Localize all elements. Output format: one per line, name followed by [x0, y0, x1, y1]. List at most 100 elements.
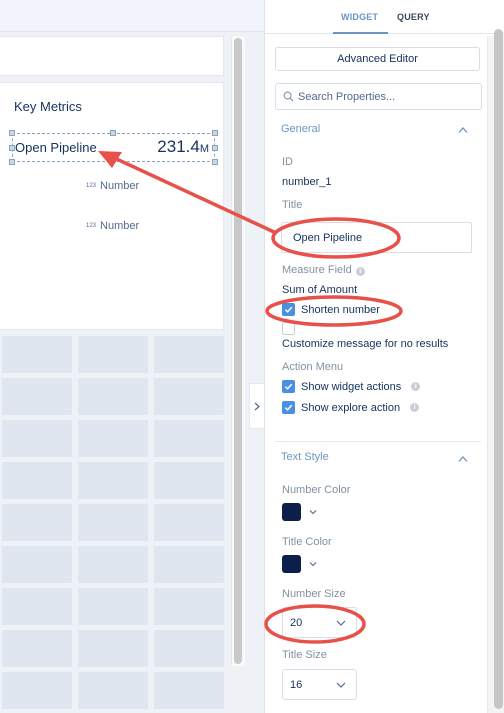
- title-size-label: Title Size: [282, 649, 327, 661]
- checkbox-unchecked-icon[interactable]: [282, 322, 295, 335]
- canvas-scrollbar-thumb[interactable]: [234, 38, 242, 664]
- properties-panel: WIDGET QUERY Advanced Editor General ID …: [264, 0, 504, 713]
- grid-cell: [2, 378, 72, 415]
- chevron-down-icon[interactable]: [309, 509, 317, 515]
- grid-cell: [154, 336, 224, 373]
- dashboard-canvas: Key Metrics Open Pipeline 231.4M 123 Num…: [0, 0, 264, 713]
- id-label: ID: [282, 156, 293, 168]
- search-properties-field[interactable]: [275, 83, 482, 110]
- grid-cell: [78, 630, 148, 667]
- measure-field-label-text: Measure Field: [282, 264, 352, 276]
- grid-cell: [78, 378, 148, 415]
- panel-tabs: WIDGET QUERY: [265, 0, 504, 34]
- checkbox-checked-icon[interactable]: [282, 380, 295, 393]
- canvas-toolbar: [0, 0, 264, 32]
- grid-cell: [78, 546, 148, 583]
- number-color-picker[interactable]: [282, 503, 317, 521]
- number-placeholder-1[interactable]: 123 Number: [86, 180, 139, 192]
- section-text-style-heading[interactable]: Text Style: [281, 451, 329, 463]
- widget-value: 231.4M: [157, 137, 209, 157]
- grid-cell: [2, 336, 72, 373]
- grid-cell: [2, 504, 72, 541]
- title-size-select[interactable]: 16: [282, 669, 357, 700]
- layout-grid: [0, 336, 224, 709]
- chevron-up-icon[interactable]: [458, 126, 468, 134]
- title-color-swatch[interactable]: [282, 555, 301, 573]
- grid-cell: [154, 672, 224, 709]
- chevron-down-icon: [336, 620, 346, 626]
- title-color-label: Title Color: [282, 536, 332, 548]
- grid-cell: [2, 588, 72, 625]
- show-widget-actions-label: Show widget actions: [301, 380, 402, 393]
- tab-widget[interactable]: WIDGET: [341, 12, 378, 22]
- resize-handle-tr[interactable]: [212, 130, 218, 136]
- grid-cell: [78, 504, 148, 541]
- grid-cell: [154, 546, 224, 583]
- chevron-down-icon[interactable]: [309, 561, 317, 567]
- resize-handle-mr[interactable]: [212, 145, 218, 151]
- show-explore-action-label: Show explore action: [301, 401, 401, 414]
- info-icon[interactable]: i: [410, 403, 420, 412]
- grid-cell: [2, 630, 72, 667]
- active-tab-indicator: [333, 32, 388, 34]
- title-label: Title: [282, 199, 303, 211]
- panel-scrollbar-thumb[interactable]: [494, 29, 503, 709]
- tab-query[interactable]: QUERY: [397, 12, 430, 22]
- measure-field-label: Measure Field i: [282, 264, 365, 276]
- grid-cell: [154, 630, 224, 667]
- title-size-value: 16: [290, 678, 303, 691]
- number-color-swatch[interactable]: [282, 503, 301, 521]
- number-type-icon: 123: [86, 183, 97, 189]
- chevron-right-icon: [254, 402, 260, 410]
- checkbox-checked-icon[interactable]: [282, 401, 295, 414]
- resize-handle-tl[interactable]: [9, 130, 15, 136]
- info-icon[interactable]: i: [355, 267, 365, 276]
- number-type-icon: 123: [86, 223, 97, 229]
- show-explore-action-checkbox[interactable]: Show explore action i: [282, 401, 420, 414]
- checkbox-checked-icon[interactable]: [282, 303, 295, 316]
- chevron-up-icon[interactable]: [458, 455, 468, 463]
- resize-handle-br[interactable]: [212, 159, 218, 165]
- search-icon: [283, 91, 294, 102]
- number-size-select[interactable]: 20: [282, 607, 357, 638]
- title-color-picker[interactable]: [282, 555, 317, 573]
- grid-cell: [2, 672, 72, 709]
- grid-cell: [2, 420, 72, 457]
- measure-field-value: Sum of Amount: [282, 284, 358, 296]
- grid-cell: [154, 462, 224, 499]
- canvas-header-widget[interactable]: [0, 36, 224, 76]
- grid-cell: [78, 588, 148, 625]
- key-metrics-container[interactable]: Key Metrics Open Pipeline 231.4M 123 Num…: [0, 82, 224, 330]
- selected-number-widget[interactable]: Open Pipeline 231.4M: [9, 130, 218, 165]
- chevron-down-icon: [336, 682, 346, 688]
- grid-cell: [154, 378, 224, 415]
- customize-message-label: Customize message for no results: [282, 338, 449, 350]
- customize-message-checkbox[interactable]: [282, 322, 295, 335]
- collapse-panel-button[interactable]: [249, 383, 264, 429]
- action-menu-label: Action Menu: [282, 361, 344, 373]
- number-size-value: 20: [290, 616, 303, 629]
- grid-cell: [78, 462, 148, 499]
- grid-cell: [78, 336, 148, 373]
- shorten-number-checkbox[interactable]: Shorten number: [282, 303, 380, 316]
- widget-title: Open Pipeline: [15, 140, 97, 155]
- shorten-number-label: Shorten number: [301, 303, 380, 316]
- resize-handle-bl[interactable]: [9, 159, 15, 165]
- number-placeholder-2[interactable]: 123 Number: [86, 220, 139, 232]
- widget-value-number: 231.4: [157, 137, 200, 156]
- grid-cell: [2, 546, 72, 583]
- show-widget-actions-checkbox[interactable]: Show widget actions i: [282, 380, 421, 393]
- placeholder-label: Number: [100, 220, 140, 232]
- advanced-editor-button[interactable]: Advanced Editor: [275, 47, 480, 71]
- info-icon[interactable]: i: [411, 382, 421, 391]
- search-properties-input[interactable]: [298, 90, 468, 103]
- section-general-heading[interactable]: General: [281, 123, 320, 135]
- id-value: number_1: [282, 176, 332, 188]
- grid-cell: [154, 588, 224, 625]
- grid-cell: [154, 504, 224, 541]
- resize-handle-tm[interactable]: [110, 130, 116, 136]
- grid-cell: [2, 462, 72, 499]
- placeholder-label: Number: [100, 180, 140, 192]
- title-input[interactable]: [281, 222, 472, 253]
- grid-cell: [154, 420, 224, 457]
